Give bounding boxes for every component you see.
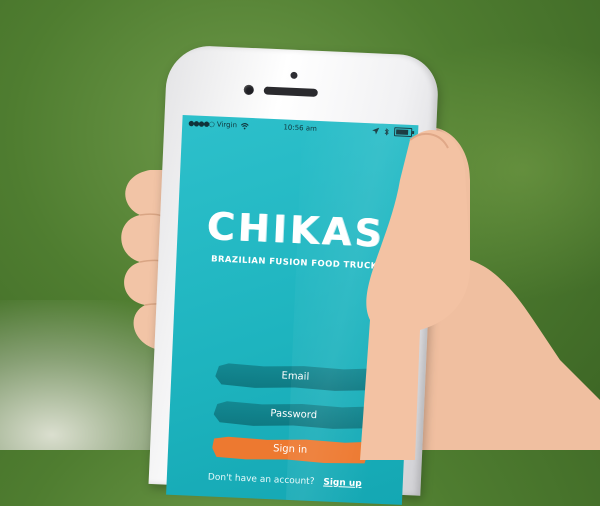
- email-input[interactable]: [215, 361, 376, 394]
- thumb: [360, 130, 471, 460]
- signup-prompt: Don't have an account?: [207, 472, 315, 488]
- front-camera: [243, 84, 255, 96]
- scene: { "status_bar": { "signal_dots": "●●●●○"…: [0, 0, 600, 505]
- earpiece-speaker: [263, 86, 318, 97]
- proximity-sensor: [290, 71, 298, 79]
- sign-in-button[interactable]: Sign in: [212, 435, 369, 466]
- sign-up-link[interactable]: Sign up: [323, 477, 362, 489]
- password-input[interactable]: [213, 399, 374, 432]
- signup-row: Don't have an account? Sign up: [167, 471, 403, 491]
